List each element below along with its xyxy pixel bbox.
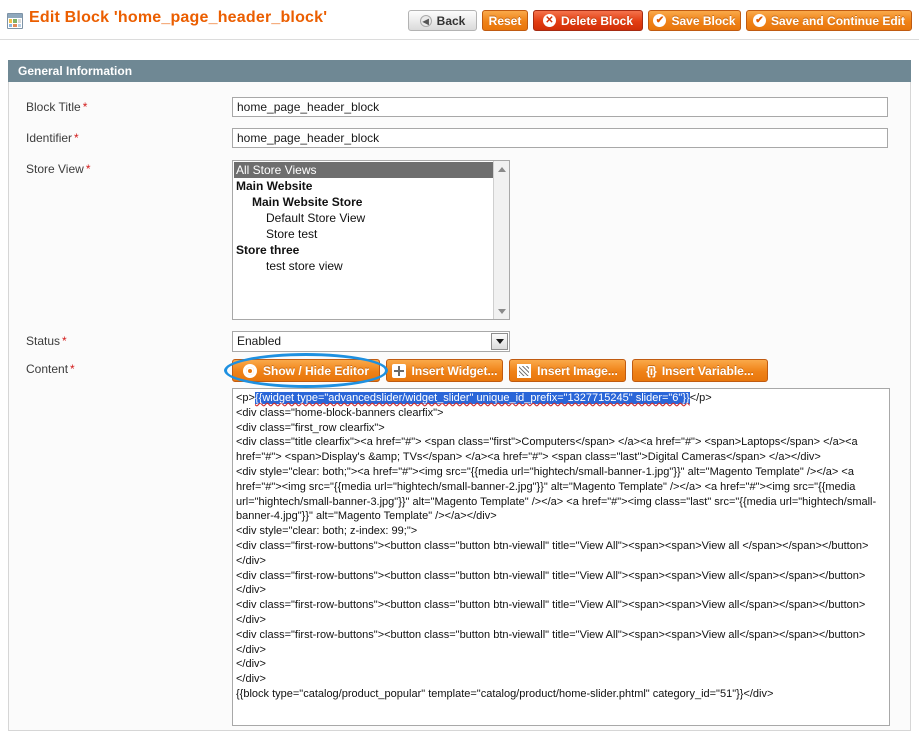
chevron-down-icon[interactable] (491, 333, 508, 350)
status-select[interactable]: Enabled (232, 331, 510, 352)
store-view-scrollbar[interactable] (493, 161, 509, 319)
required-marker: * (74, 131, 79, 145)
store-view-option[interactable]: Store three (234, 242, 493, 258)
identifier-label-text: Identifier (26, 131, 73, 145)
cms-block-icon (7, 13, 23, 29)
content-textarea[interactable]: <p>{{widget type="advancedslider/widget_… (232, 388, 890, 726)
store-view-label: Store View * (26, 162, 90, 176)
required-marker: * (85, 162, 91, 176)
selected-text-highlight: {{widget type="advancedslider/widget_sli… (254, 392, 690, 404)
block-title-input[interactable] (232, 97, 888, 117)
header-divider (0, 39, 919, 40)
store-view-option-list[interactable]: All Store Views Main Website Main Website … (233, 161, 493, 319)
delete-x-icon: ✕ (542, 14, 556, 27)
insert-image-button[interactable]: Insert Image... (509, 359, 626, 382)
insert-widget-button[interactable]: Insert Widget... (386, 359, 503, 382)
required-marker: * (62, 334, 67, 348)
save-and-continue-button[interactable]: ✔ Save and Continue Edit (746, 10, 912, 31)
widget-move-icon (391, 363, 406, 378)
reset-button-label: Reset (488, 13, 522, 28)
content-label-text: Content (26, 362, 69, 376)
identifier-label: Identifier * (26, 131, 79, 145)
image-icon (517, 363, 532, 378)
identifier-input[interactable] (232, 128, 888, 148)
eye-icon (242, 363, 257, 378)
delete-block-button[interactable]: ✕ Delete Block (533, 10, 643, 31)
panel-title: General Information (18, 64, 133, 78)
panel-header: General Information (8, 60, 911, 82)
back-arrow-icon: ◀ (419, 14, 432, 27)
delete-block-button-label: Delete Block (560, 13, 634, 28)
store-view-multiselect[interactable]: All Store Views Main Website Main Website … (232, 160, 510, 320)
insert-variable-label: Insert Variable... (661, 363, 754, 378)
insert-variable-button[interactable]: {i} Insert Variable... (632, 359, 768, 382)
check-circle-icon: ✔ (753, 14, 766, 27)
store-view-label-text: Store View (26, 162, 84, 176)
page-title: Edit Block 'home_page_header_block' (29, 9, 328, 26)
insert-image-label: Insert Image... (537, 363, 618, 378)
scroll-up-arrow-icon[interactable] (494, 161, 509, 177)
status-label-text: Status (26, 334, 61, 348)
scroll-down-arrow-icon[interactable] (494, 303, 509, 319)
required-marker: * (70, 362, 75, 376)
back-button[interactable]: ◀ Back (408, 10, 477, 31)
content-label: Content * (26, 362, 75, 376)
store-view-option[interactable]: test store view (234, 258, 493, 274)
reset-button[interactable]: Reset (482, 10, 528, 31)
status-label: Status * (26, 334, 67, 348)
block-title-label: Block Title * (26, 100, 87, 114)
store-view-option[interactable]: Store test (234, 226, 493, 242)
check-circle-icon: ✔ (653, 14, 667, 27)
show-hide-editor-label: Show / Hide Editor (262, 363, 369, 378)
store-view-option[interactable]: Main Website Store (234, 194, 493, 210)
store-view-option[interactable]: Main Website (234, 178, 493, 194)
save-block-button[interactable]: ✔ Save Block (648, 10, 741, 31)
save-block-button-label: Save Block (671, 13, 736, 28)
insert-widget-label: Insert Widget... (411, 363, 498, 378)
variable-braces-icon: {i} (646, 363, 657, 378)
store-view-option[interactable]: All Store Views (234, 162, 493, 178)
required-marker: * (82, 100, 88, 114)
show-hide-editor-button[interactable]: Show / Hide Editor (232, 359, 380, 382)
page-header: Edit Block 'home_page_header_block' ◀ Ba… (0, 0, 919, 40)
block-title-label-text: Block Title (26, 100, 81, 114)
content-textarea-text[interactable]: <p>{{widget type="advancedslider/widget_… (236, 391, 886, 725)
store-view-option[interactable]: Default Store View (234, 210, 493, 226)
save-and-continue-button-label: Save and Continue Edit (771, 13, 906, 28)
status-selected-value: Enabled (237, 334, 282, 348)
back-button-label: Back (436, 13, 466, 28)
